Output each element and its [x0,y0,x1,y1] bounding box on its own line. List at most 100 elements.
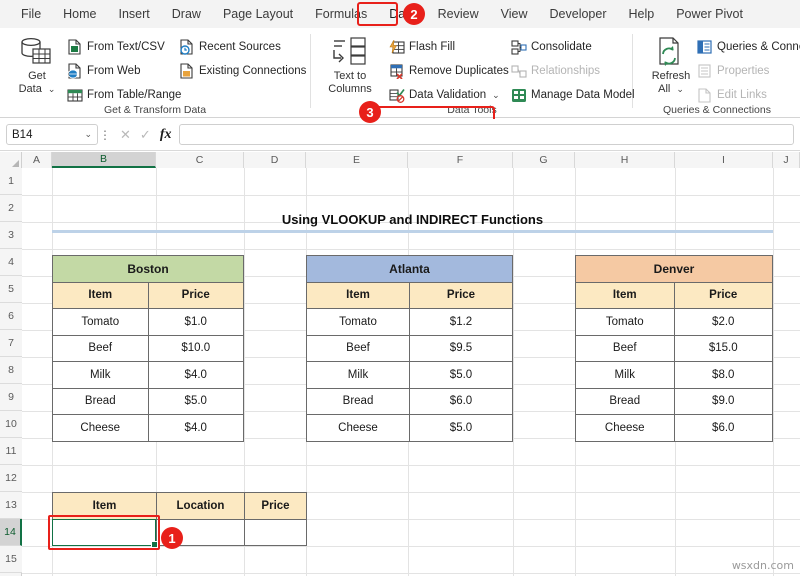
data-validation-button[interactable]: Data Validation ⌄ [388,85,500,105]
confirm-icon[interactable]: ✓ [140,127,151,143]
data-validation-caret-icon[interactable]: ⌄ [492,90,500,101]
tab-file[interactable]: File [10,3,52,25]
lookup-cell-price[interactable] [245,519,307,546]
column-header-i[interactable]: I [675,152,773,168]
insert-function-icon[interactable]: fx [160,127,172,143]
tab-page-layout[interactable]: Page Layout [212,3,304,25]
text-to-columns-label-line2: Columns [328,83,371,95]
atlanta-city-header: Atlanta [307,256,513,283]
column-header-b[interactable]: B [52,152,156,168]
denver-price-3: $9.0 [674,388,773,415]
row-header-1[interactable]: 1 [0,168,22,195]
get-data-button[interactable]: Get Data⌄ [8,36,66,96]
name-box-chevron-down-icon[interactable]: ⌄ [84,129,92,140]
row-header-5[interactable]: 5 [0,276,22,303]
group-label-queries-connections: Queries & Connections [634,104,800,116]
row-header-6[interactable]: 6 [0,303,22,330]
row-header-2[interactable]: 2 [0,195,22,222]
table-row: Item Price [576,282,773,309]
atlanta-item-4: Cheese [307,415,410,442]
atlanta-price-0: $1.2 [410,309,513,336]
formula-bar-grip[interactable]: ⋮ [98,128,112,142]
row-header-8[interactable]: 8 [0,357,22,384]
flash-fill-icon [388,39,405,56]
table-row: Tomato $2.0 [576,309,773,336]
lookup-col-price: Price [245,493,307,520]
row-header-9[interactable]: 9 [0,384,22,411]
column-header-g[interactable]: G [513,152,575,168]
get-data-caret-icon[interactable]: ⌄ [48,84,56,94]
tab-view[interactable]: View [490,3,539,25]
queries-connections-button[interactable]: Queries & Connect [696,37,800,57]
column-header-j[interactable]: J [773,152,800,168]
existing-connections-icon [178,63,195,80]
refresh-all-button[interactable]: Refresh All⌄ [642,36,700,96]
table-row: Bread $5.0 [53,388,244,415]
tab-power-pivot[interactable]: Power Pivot [665,3,754,25]
tab-developer[interactable]: Developer [539,3,618,25]
denver-item-0: Tomato [576,309,675,336]
from-web-button[interactable]: From Web [66,61,140,81]
properties-label: Properties [717,65,769,77]
row-header-12[interactable]: 12 [0,465,22,492]
table-row: Beef $9.5 [307,335,513,362]
column-header-h[interactable]: H [575,152,675,168]
ribbon-group-get-transform: Get Data⌄ From Text/CSV [0,28,310,118]
atlanta-price-1: $9.5 [410,335,513,362]
name-box[interactable]: B14 ⌄ [6,124,98,145]
select-all-corner[interactable] [0,152,22,168]
from-text-csv-button[interactable]: From Text/CSV [66,37,165,57]
tab-insert[interactable]: Insert [108,3,161,25]
table-row: Atlanta [307,256,513,283]
denver-price-table: Denver Item Price Tomato $2.0 Beef $15.0… [575,255,773,442]
refresh-all-label-line1: Refresh [652,70,691,82]
row-header-10[interactable]: 10 [0,411,22,438]
existing-connections-button[interactable]: Existing Connections [178,61,306,81]
manage-data-model-button[interactable]: Manage Data Model [510,85,635,105]
column-header-d[interactable]: D [244,152,306,168]
refresh-all-icon [642,36,700,70]
relationships-icon [510,63,527,80]
tab-home[interactable]: Home [52,3,107,25]
denver-item-3: Bread [576,388,675,415]
flash-fill-button[interactable]: Flash Fill [388,37,455,57]
name-box-value: B14 [12,129,32,141]
text-to-columns-button[interactable]: Text to Columns [320,36,380,96]
from-table-range-button[interactable]: From Table/Range [66,85,181,105]
column-header-f[interactable]: F [408,152,513,168]
denver-col-item: Item [576,282,675,309]
column-header-c[interactable]: C [156,152,244,168]
boston-col-item: Item [53,282,149,309]
row-header-7[interactable]: 7 [0,330,22,357]
get-data-label-line1: Get [28,70,46,82]
tab-help[interactable]: Help [618,3,666,25]
row-header-15[interactable]: 15 [0,546,22,573]
recent-sources-button[interactable]: Recent Sources [178,37,281,57]
tab-draw[interactable]: Draw [161,3,212,25]
column-header-e[interactable]: E [306,152,408,168]
annotation-badge-3: 3 [359,101,381,123]
denver-item-1: Beef [576,335,675,362]
lookup-cell-item[interactable] [53,519,157,546]
tab-formulas[interactable]: Formulas [304,3,378,25]
row-header-4[interactable]: 4 [0,249,22,276]
remove-duplicates-icon [388,63,405,80]
row-header-13[interactable]: 13 [0,492,22,519]
refresh-all-caret-icon[interactable]: ⌄ [676,84,684,94]
row-header-11[interactable]: 11 [0,438,22,465]
manage-data-model-icon [510,87,527,104]
tab-review[interactable]: Review [427,3,490,25]
remove-duplicates-button[interactable]: Remove Duplicates [388,61,509,81]
row-header-14[interactable]: 14 [0,519,22,546]
boston-item-0: Tomato [53,309,149,336]
row-header-3[interactable]: 3 [0,222,22,249]
column-header-a[interactable]: A [22,152,52,168]
sheet-title: Using VLOOKUP and INDIRECT Functions [52,209,773,233]
consolidate-button[interactable]: Consolidate [510,37,592,57]
formula-input[interactable] [179,124,794,145]
denver-item-4: Cheese [576,415,675,442]
boston-item-3: Bread [53,388,149,415]
lookup-col-location: Location [157,493,245,520]
cancel-icon[interactable]: ✕ [120,127,131,143]
text-to-columns-label-line1: Text to [334,70,366,82]
